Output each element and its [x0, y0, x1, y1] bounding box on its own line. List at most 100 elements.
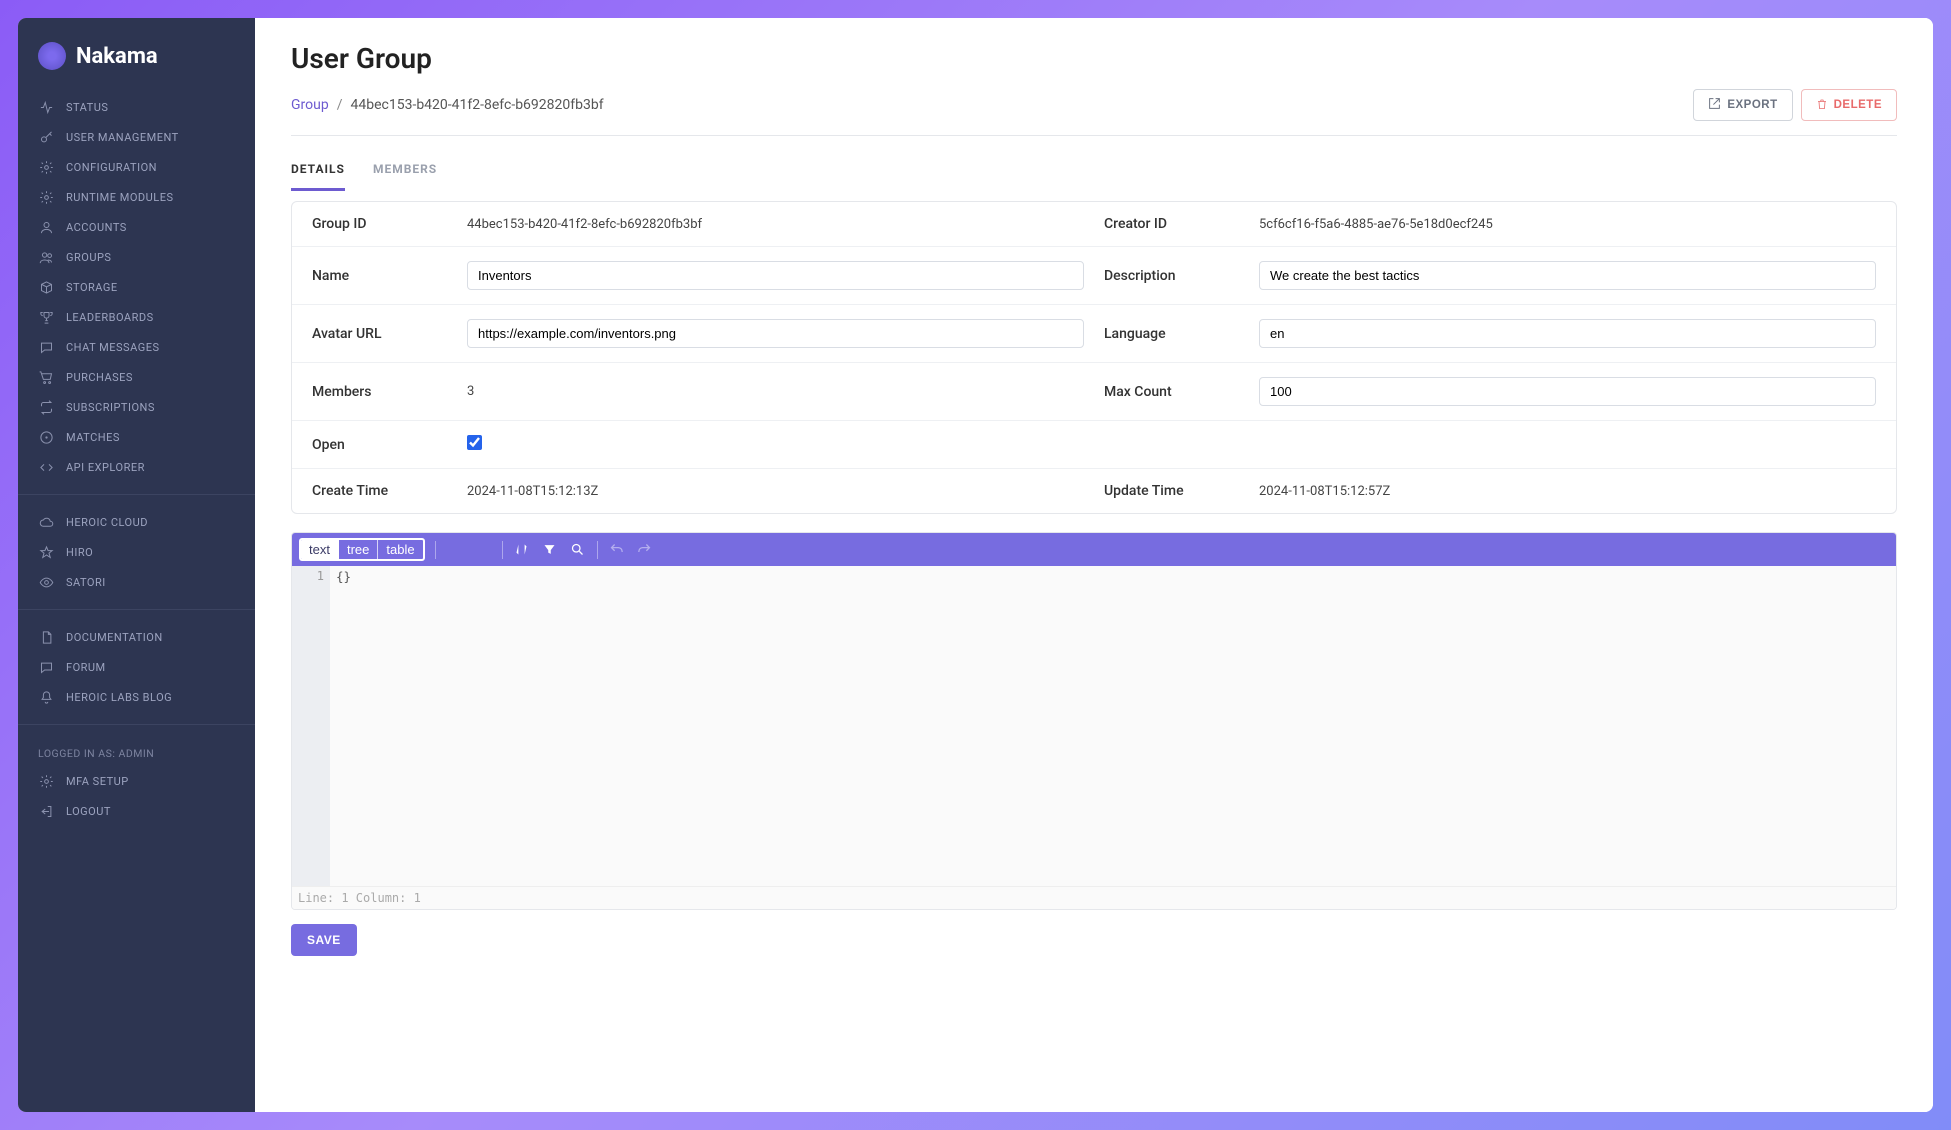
nav-item-label: Heroic Labs Blog	[66, 691, 172, 704]
cloud-icon	[38, 514, 54, 530]
compact-icon[interactable]	[474, 541, 492, 559]
swords-icon	[38, 429, 54, 445]
maxcount-label: Max Count	[1104, 384, 1239, 400]
breadcrumb-root-link[interactable]: Group	[291, 97, 329, 113]
main-content: User Group Group / 44bec153-b420-41f2-8e…	[255, 18, 1933, 1112]
nav-divider	[18, 494, 255, 495]
sidebar-item-heroic-labs-blog[interactable]: Heroic Labs Blog	[18, 682, 255, 712]
group-id-label: Group ID	[312, 216, 447, 232]
export-button[interactable]: EXPORT	[1693, 89, 1792, 121]
chat-icon	[38, 659, 54, 675]
nav-item-label: Purchases	[66, 371, 133, 384]
sidebar-item-api-explorer[interactable]: API Explorer	[18, 452, 255, 482]
cart-icon	[38, 369, 54, 385]
sidebar-item-satori[interactable]: Satori	[18, 567, 255, 597]
avatar-url-label: Avatar URL	[312, 326, 447, 342]
chat-icon	[38, 339, 54, 355]
repeat-icon	[38, 399, 54, 415]
name-input[interactable]	[467, 261, 1084, 290]
trophy-icon	[38, 309, 54, 325]
nav-item-label: Groups	[66, 251, 111, 264]
nav-docs-section: Documentation Forum Heroic Labs Blog	[18, 622, 255, 712]
delete-button[interactable]: DELETE	[1801, 89, 1897, 121]
format-icon[interactable]	[446, 541, 464, 559]
nav-item-label: MFA Setup	[66, 775, 129, 788]
sidebar-item-configuration[interactable]: Configuration	[18, 152, 255, 182]
sidebar-item-purchases[interactable]: Purchases	[18, 362, 255, 392]
sidebar-item-mfa-setup[interactable]: MFA Setup	[18, 766, 255, 796]
sidebar-item-hiro[interactable]: Hiro	[18, 537, 255, 567]
sidebar-item-status[interactable]: Status	[18, 92, 255, 122]
editor-body[interactable]: 1 {}	[292, 566, 1896, 886]
open-checkbox[interactable]	[467, 435, 482, 450]
search-icon[interactable]	[569, 541, 587, 559]
brand-name: Nakama	[76, 44, 158, 69]
nav-item-label: Configuration	[66, 161, 157, 174]
save-button[interactable]: SAVE	[291, 924, 357, 956]
nav-item-label: User Management	[66, 131, 179, 144]
delete-button-label: DELETE	[1834, 99, 1882, 111]
language-input[interactable]	[1259, 319, 1876, 348]
maxcount-input[interactable]	[1259, 377, 1876, 406]
sort-icon[interactable]	[513, 541, 531, 559]
breadcrumb: Group / 44bec153-b420-41f2-8efc-b692820f…	[291, 97, 604, 113]
sidebar-item-groups[interactable]: Groups	[18, 242, 255, 272]
breadcrumb-separator: /	[337, 97, 343, 113]
undo-icon[interactable]	[608, 541, 626, 559]
tab-details[interactable]: DETAILS	[291, 152, 345, 191]
sidebar-item-documentation[interactable]: Documentation	[18, 622, 255, 652]
json-editor: text tree table 1 {} Line: 1 Column:	[291, 532, 1897, 910]
nav-item-label: Satori	[66, 576, 106, 589]
sidebar-item-forum[interactable]: Forum	[18, 652, 255, 682]
nav-item-label: Accounts	[66, 221, 127, 234]
gear-icon	[38, 159, 54, 175]
nav-item-label: Logout	[66, 805, 111, 818]
sidebar-item-subscriptions[interactable]: Subscriptions	[18, 392, 255, 422]
tab-members[interactable]: MEMBERS	[373, 152, 437, 191]
nav-item-label: Subscriptions	[66, 401, 155, 414]
sidebar-item-user-management[interactable]: User Management	[18, 122, 255, 152]
editor-mode-text[interactable]: text	[301, 540, 339, 559]
export-icon	[1708, 97, 1721, 113]
sidebar-item-storage[interactable]: Storage	[18, 272, 255, 302]
nav-item-label: Hiro	[66, 546, 93, 559]
editor-mode-tree[interactable]: tree	[339, 540, 378, 559]
row-avatar: Avatar URL Language	[292, 305, 1896, 363]
avatar-url-input[interactable]	[467, 319, 1084, 348]
sidebar-item-accounts[interactable]: Accounts	[18, 212, 255, 242]
nav-item-label: Status	[66, 101, 108, 114]
nav-item-label: Leaderboards	[66, 311, 154, 324]
editor-content[interactable]: {}	[330, 566, 1896, 886]
creator-id-label: Creator ID	[1104, 216, 1239, 232]
eye-icon	[38, 574, 54, 590]
sidebar-item-logout[interactable]: Logout	[18, 796, 255, 826]
nav-account-section: MFA Setup Logout	[18, 766, 255, 826]
editor-mode-table[interactable]: table	[378, 540, 422, 559]
editor-status: Line: 1 Column: 1	[292, 886, 1896, 909]
sidebar-item-runtime-modules[interactable]: Runtime Modules	[18, 182, 255, 212]
sidebar-item-matches[interactable]: Matches	[18, 422, 255, 452]
logout-icon	[38, 803, 54, 819]
members-label: Members	[312, 384, 447, 400]
row-times: Create Time 2024-11-08T15:12:13Z Update …	[292, 469, 1896, 513]
description-input[interactable]	[1259, 261, 1876, 290]
gear-icon	[38, 189, 54, 205]
key-icon	[38, 129, 54, 145]
toolbar-separator	[597, 541, 598, 559]
sidebar: Nakama Status User Management Configuratio…	[18, 18, 255, 1112]
filter-icon[interactable]	[541, 541, 559, 559]
sidebar-item-chat-messages[interactable]: Chat Messages	[18, 332, 255, 362]
page-title: User Group	[291, 42, 1897, 75]
user-icon	[38, 219, 54, 235]
language-label: Language	[1104, 326, 1239, 342]
sidebar-item-heroic-cloud[interactable]: Heroic Cloud	[18, 507, 255, 537]
redo-icon[interactable]	[636, 541, 654, 559]
code-icon	[38, 459, 54, 475]
box-icon	[38, 279, 54, 295]
create-time-value: 2024-11-08T15:12:13Z	[467, 484, 1084, 499]
nav-item-label: Documentation	[66, 631, 163, 644]
sidebar-item-leaderboards[interactable]: Leaderboards	[18, 302, 255, 332]
editor-gutter: 1	[292, 566, 330, 886]
nav-divider	[18, 609, 255, 610]
toolbar-separator	[502, 541, 503, 559]
